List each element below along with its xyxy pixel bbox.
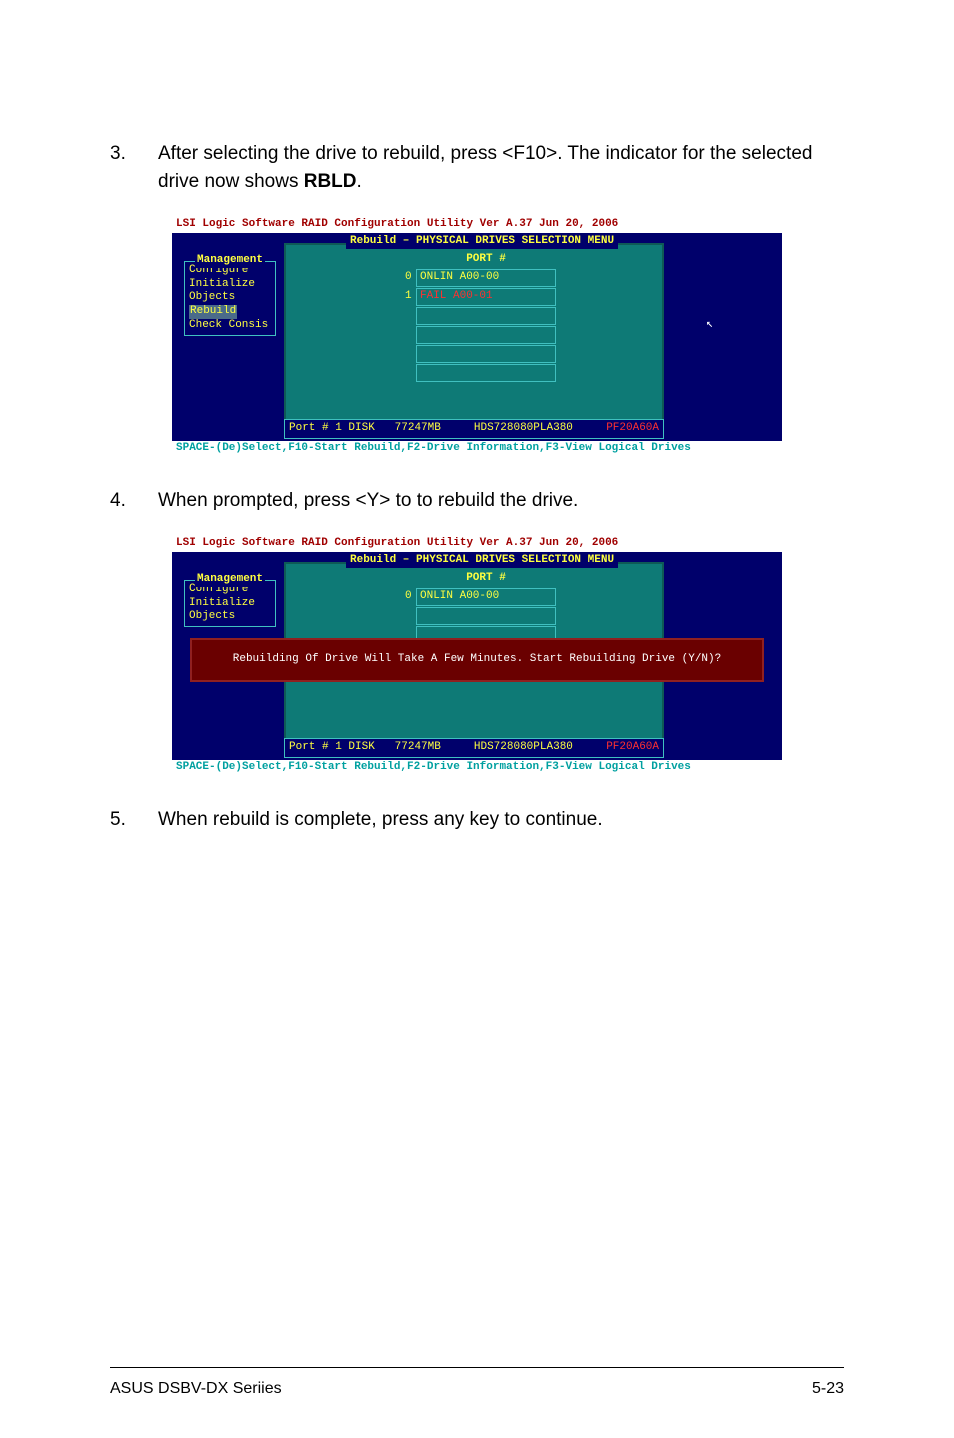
bios1-info-model: HDS728080PLA380 <box>474 422 573 434</box>
step-4-text: When prompted, press <Y> to to rebuild t… <box>158 487 844 515</box>
bios1-info-size: 77247MB <box>395 422 441 434</box>
step-3-bold: RBLD <box>304 171 357 192</box>
bios1-panel-title: Rebuild – PHYSICAL DRIVES SELECTION MENU <box>346 235 618 249</box>
bios1-drive-row: 0ONLIN A00-00 <box>416 269 556 287</box>
bios-screenshot-2: LSI Logic Software RAID Configuration Ut… <box>172 536 782 776</box>
mouse-cursor-icon: ↖ <box>706 317 713 332</box>
step-3-text-a: After selecting the drive to rebuild, pr… <box>158 143 812 192</box>
bios1-mgmt-title: Management <box>195 254 265 268</box>
bios2-menu-item: Initialize <box>189 597 271 611</box>
bios1-info-port: Port # 1 DISK <box>289 422 375 434</box>
drive-index: 0 <box>405 590 412 604</box>
bios-screenshot-1: LSI Logic Software RAID Configuration Ut… <box>172 217 782 457</box>
bios2-port-header: PORT # <box>416 572 556 586</box>
drive-status-label: ONLIN A00-00 <box>420 271 499 283</box>
bios2-info-size: 77247MB <box>395 741 441 753</box>
drive-status-label: ONLIN A00-00 <box>420 590 499 602</box>
footer-page-number: 5-23 <box>812 1380 844 1398</box>
bios2-title-bar: LSI Logic Software RAID Configuration Ut… <box>172 536 782 552</box>
page-footer: ASUS DSBV-DX Seriies 5-23 <box>110 1367 844 1398</box>
step-3-text-b: . <box>357 171 362 192</box>
bios2-management-menu: Management ConfigureInitializeObjects <box>184 580 276 627</box>
bios1-info-pf: PF20A60A <box>606 422 659 436</box>
step-3-number: 3. <box>110 140 158 195</box>
drive-status-label: FAIL A00-01 <box>420 290 493 302</box>
bios1-menu-item: Objects <box>189 291 271 305</box>
bios2-drive-row: 0ONLIN A00-00 <box>416 588 556 606</box>
bios2-drive-info: Port # 1 DISK 77247MB HDS728080PLA380 PF… <box>284 738 664 758</box>
drive-index: 1 <box>405 290 412 304</box>
bios2-menu-item: Objects <box>189 610 271 624</box>
step-5-text: When rebuild is complete, press any key … <box>158 806 844 834</box>
bios1-empty-row <box>416 326 556 344</box>
step-4-number: 4. <box>110 487 158 515</box>
bios2-info-pf: PF20A60A <box>606 741 659 755</box>
bios1-drive-info: Port # 1 DISK 77247MB HDS728080PLA380 PF… <box>284 419 664 439</box>
bios2-empty-row <box>416 607 556 625</box>
bios2-info-model: HDS728080PLA380 <box>474 741 573 753</box>
bios1-title-bar: LSI Logic Software RAID Configuration Ut… <box>172 217 782 233</box>
bios2-info-port: Port # 1 DISK <box>289 741 375 753</box>
bios1-menu-item: Initialize <box>189 278 271 292</box>
bios1-drive-row: 1FAIL A00-01 <box>416 288 556 306</box>
bios1-empty-row <box>416 345 556 363</box>
bios1-port-header: PORT # <box>416 253 556 267</box>
bios2-rebuild-prompt: Rebuilding Of Drive Will Take A Few Minu… <box>190 638 764 682</box>
drive-index: 0 <box>405 271 412 285</box>
bios1-menu-item: Rebuild <box>189 305 237 319</box>
bios1-empty-row <box>416 364 556 382</box>
bios1-menu-item: Check Consis <box>189 319 271 333</box>
bios2-panel-title: Rebuild – PHYSICAL DRIVES SELECTION MENU <box>346 554 618 568</box>
bios1-management-menu: Management ConfigureInitializeObjectsReb… <box>184 261 276 336</box>
step-5-number: 5. <box>110 806 158 834</box>
bios1-selection-panel: Rebuild – PHYSICAL DRIVES SELECTION MENU… <box>284 243 664 421</box>
bios1-help-bar: SPACE-(De)Select,F10-Start Rebuild,F2-Dr… <box>172 441 782 457</box>
step-3-text: After selecting the drive to rebuild, pr… <box>158 140 844 195</box>
bios2-mgmt-title: Management <box>195 573 265 587</box>
bios1-empty-row <box>416 307 556 325</box>
footer-product: ASUS DSBV-DX Seriies <box>110 1380 282 1398</box>
bios2-help-bar: SPACE-(De)Select,F10-Start Rebuild,F2-Dr… <box>172 760 782 776</box>
